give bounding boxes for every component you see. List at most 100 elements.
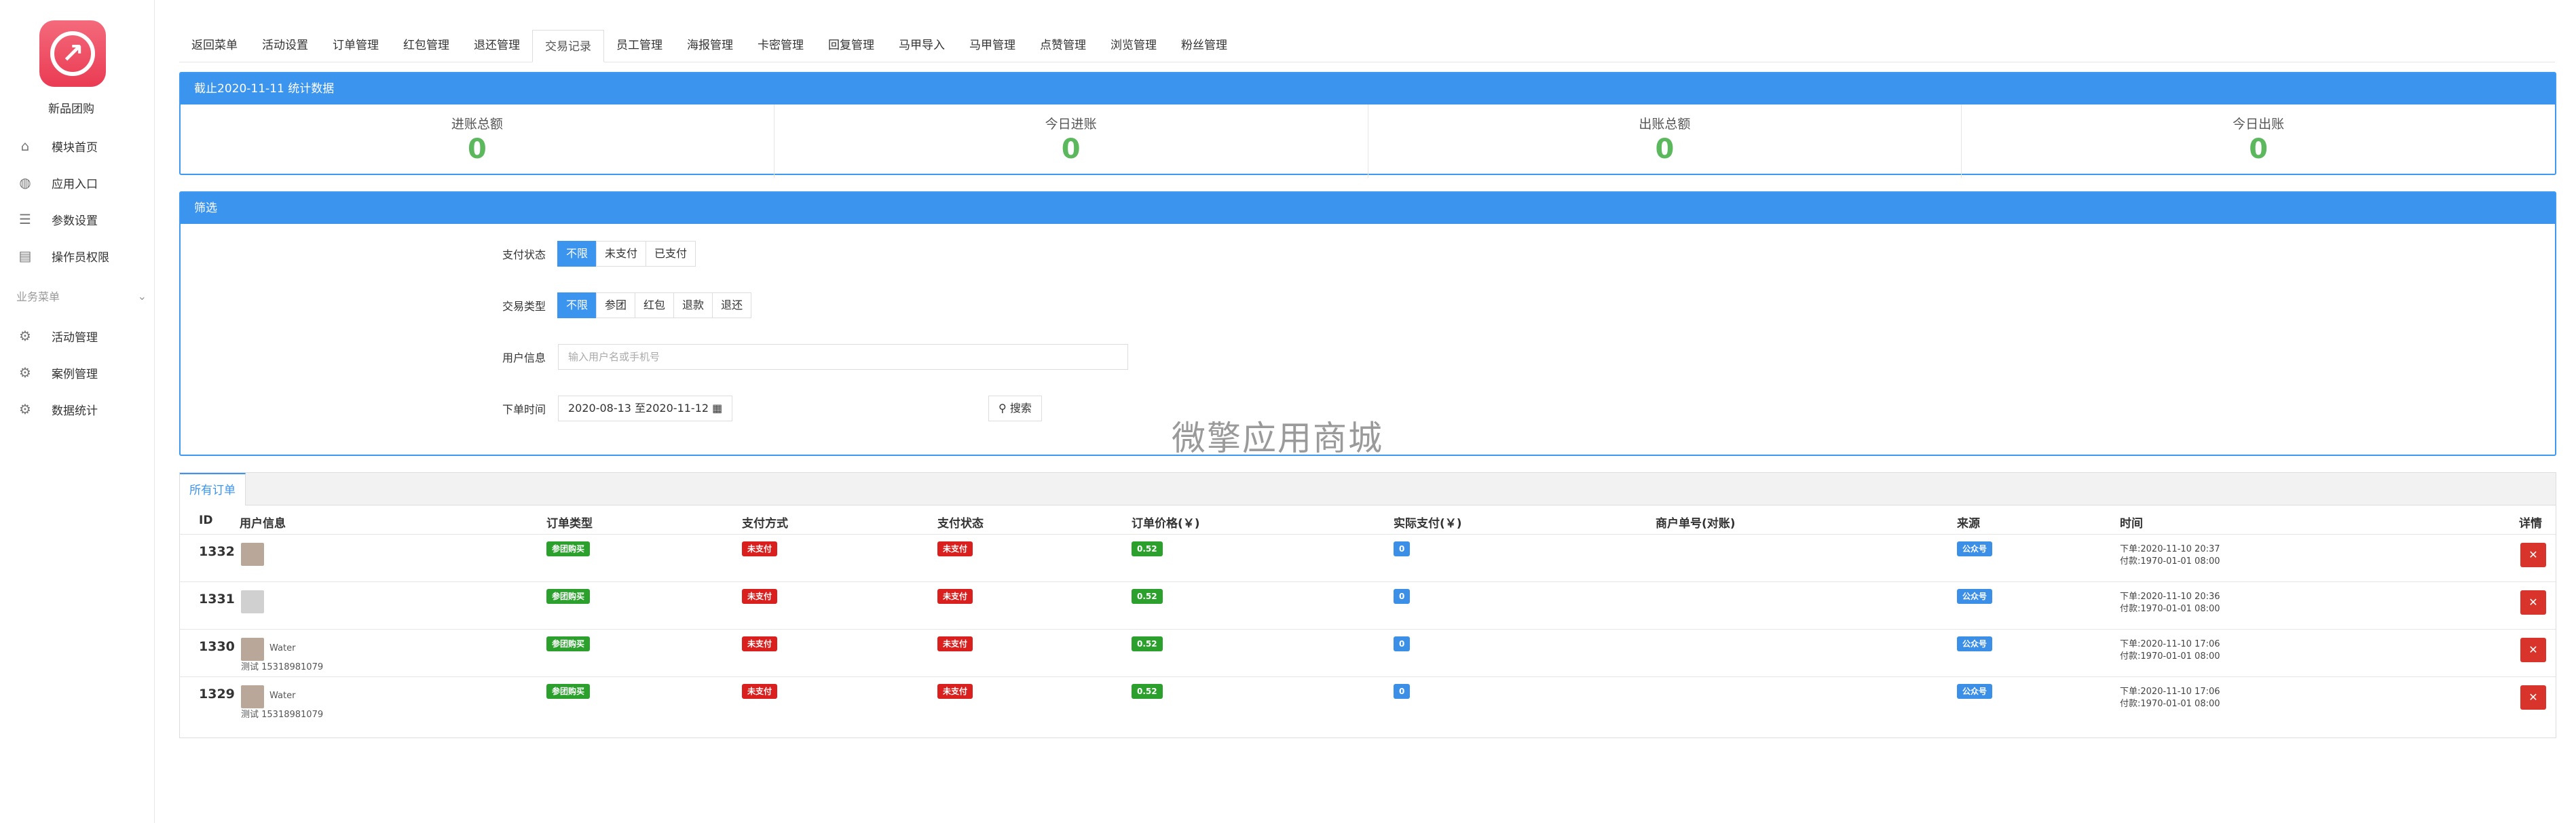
tab-replies[interactable]: 回复管理 (816, 29, 886, 62)
column-header: 商户单号(对账) (1656, 517, 1736, 531)
order-time: 下单:2020-11-10 20:36 (2120, 592, 2220, 602)
tab-views[interactable]: 浏览管理 (1098, 29, 1169, 62)
tab-likes[interactable]: 点赞管理 (1028, 29, 1098, 62)
pay-status-badge: 未支付 (937, 541, 973, 556)
trade-type-any[interactable]: 不限 (557, 292, 597, 318)
sidebar-item-activity[interactable]: ⚙ 活动管理 (0, 319, 155, 353)
filter-label: 支付状态 (502, 248, 546, 261)
filter-label: 交易类型 (502, 300, 546, 313)
tab-refunds[interactable]: 退还管理 (462, 29, 532, 62)
sidebar-item-app-entry[interactable]: ◍ 应用入口 (0, 166, 155, 199)
filter-user-info: 用户信息 (181, 342, 2555, 372)
pay-status-paid[interactable]: 已支付 (646, 241, 696, 267)
sidebar-section-header[interactable]: 业务菜单 ⌄ (16, 288, 147, 304)
column-header: 详情 (2519, 517, 2542, 531)
tab-back-menu[interactable]: 返回菜单 (179, 29, 250, 62)
sidebar-item-settings[interactable]: ☰ 参数设置 (0, 202, 155, 236)
table-row: 1332 参团购买 未支付 未支付 0.52 0 公众号 下单:2020-11-… (180, 534, 2556, 581)
tab-all-orders[interactable]: 所有订单 (180, 473, 246, 505)
price-badge: 0.52 (1132, 589, 1163, 604)
tab-orders[interactable]: 订单管理 (320, 29, 391, 62)
pay-time: 付款:1970-01-01 08:00 (2120, 699, 2220, 709)
stat-today-outgo: 今日出账 0 (1962, 104, 2555, 178)
pay-status-unpaid[interactable]: 未支付 (596, 241, 647, 267)
gear-icon: ⚙ (19, 364, 31, 381)
price-badge: 0.52 (1132, 684, 1163, 699)
avatar (241, 590, 264, 613)
watermark: 微擎应用商城 (1172, 419, 1383, 458)
paid-badge: 0 (1394, 684, 1411, 699)
chevron-down-icon: ⌄ (137, 289, 147, 303)
filter-label: 用户信息 (502, 351, 546, 364)
document-edit-icon: ▤ (18, 248, 32, 264)
pay-method-badge: 未支付 (742, 589, 778, 604)
delete-button[interactable]: ✕ (2520, 638, 2546, 662)
tab-card-codes[interactable]: 卡密管理 (745, 29, 816, 62)
tab-activity-settings[interactable]: 活动设置 (250, 29, 320, 62)
table-row: 1330 Water 测试 15318981079 参团购买 未支付 未支付 0… (180, 629, 2556, 676)
date-range-picker[interactable]: 2020-08-13 至2020-11-12 ▦ (558, 396, 733, 421)
paid-badge: 0 (1394, 636, 1411, 651)
date-range-value: 2020-08-13 至2020-11-12 (568, 402, 709, 415)
chat-icon: ◍ (19, 174, 31, 191)
pay-time: 付款:1970-01-01 08:00 (2120, 651, 2220, 662)
order-id: 1329 (199, 687, 235, 702)
tab-transactions[interactable]: 交易记录 (532, 30, 604, 62)
column-header: 来源 (1957, 517, 1980, 531)
sidebar-item-label: 操作员权限 (52, 250, 109, 265)
search-button[interactable]: ⚲ 搜索 (988, 396, 1042, 421)
pay-method-badge: 未支付 (742, 684, 778, 699)
close-icon: ✕ (2528, 643, 2538, 656)
pay-method-badge: 未支付 (742, 636, 778, 651)
tab-red-packets[interactable]: 红包管理 (391, 29, 462, 62)
pay-status-badge: 未支付 (937, 589, 973, 604)
user-phone: 测试 15318981079 (241, 710, 324, 720)
user-name: Water (269, 691, 296, 701)
source-badge: 公众号 (1957, 541, 1993, 556)
tab-fans[interactable]: 粉丝管理 (1169, 29, 1239, 62)
tab-vest-import[interactable]: 马甲导入 (886, 29, 957, 62)
order-type-badge: 参团购买 (546, 589, 591, 604)
delete-button[interactable]: ✕ (2520, 685, 2546, 710)
stat-total-income: 进账总额 0 (181, 104, 774, 178)
stat-value: 0 (467, 134, 487, 165)
avatar (241, 543, 264, 566)
price-badge: 0.52 (1132, 541, 1163, 556)
user-name: Water (269, 643, 296, 653)
tab-vest-manage[interactable]: 马甲管理 (957, 29, 1028, 62)
order-type-badge: 参团购买 (546, 684, 591, 699)
column-header: 支付方式 (742, 517, 788, 531)
sidebar-section-title: 业务菜单 (16, 290, 60, 303)
tab-posters[interactable]: 海报管理 (675, 29, 745, 62)
avatar (241, 638, 264, 661)
user-search-input[interactable] (558, 344, 1128, 370)
stat-label: 进账总额 (451, 117, 503, 132)
filter-label: 下单时间 (502, 403, 546, 416)
logo-icon[interactable]: ↗ (39, 20, 106, 87)
sidebar-item-label: 模块首页 (52, 140, 98, 155)
pay-status-any[interactable]: 不限 (557, 241, 597, 267)
trade-type-red-packet[interactable]: 红包 (635, 292, 675, 318)
pay-status-badge: 未支付 (937, 684, 973, 699)
filter-trade-type: 交易类型 不限 参团 红包 退款 退还 (181, 290, 2555, 320)
sidebar: ↗ 新品团购 ⌂ 模块首页 ◍ 应用入口 ☰ 参数设置 ▤ 操作员权限 业务菜单… (0, 0, 155, 823)
delete-button[interactable]: ✕ (2520, 543, 2546, 567)
sidebar-item-permissions[interactable]: ▤ 操作员权限 (0, 239, 155, 273)
sidebar-item-label: 案例管理 (52, 367, 98, 381)
sidebar-item-label: 参数设置 (52, 214, 98, 228)
gear-icon: ⚙ (19, 328, 31, 344)
trade-type-group[interactable]: 参团 (596, 292, 636, 318)
sidebar-item-home[interactable]: ⌂ 模块首页 (0, 129, 155, 163)
delete-button[interactable]: ✕ (2520, 590, 2546, 615)
sidebar-item-stats[interactable]: ⚙ 数据统计 (0, 392, 155, 426)
top-tabs: 返回菜单 活动设置 订单管理 红包管理 退还管理 交易记录 员工管理 海报管理 … (179, 30, 2555, 62)
source-badge: 公众号 (1957, 636, 1993, 651)
trade-type-return[interactable]: 退还 (712, 292, 752, 318)
close-icon: ✕ (2528, 691, 2538, 704)
sidebar-item-cases[interactable]: ⚙ 案例管理 (0, 356, 155, 389)
close-icon: ✕ (2528, 596, 2538, 609)
filter-panel: 筛选 支付状态 不限 未支付 已支付 交易类型 不限 参团 红包 退款 退还 用… (179, 191, 2556, 458)
tab-staff[interactable]: 员工管理 (604, 29, 675, 62)
stat-label: 出账总额 (1639, 117, 1691, 132)
trade-type-refund[interactable]: 退款 (673, 292, 713, 318)
